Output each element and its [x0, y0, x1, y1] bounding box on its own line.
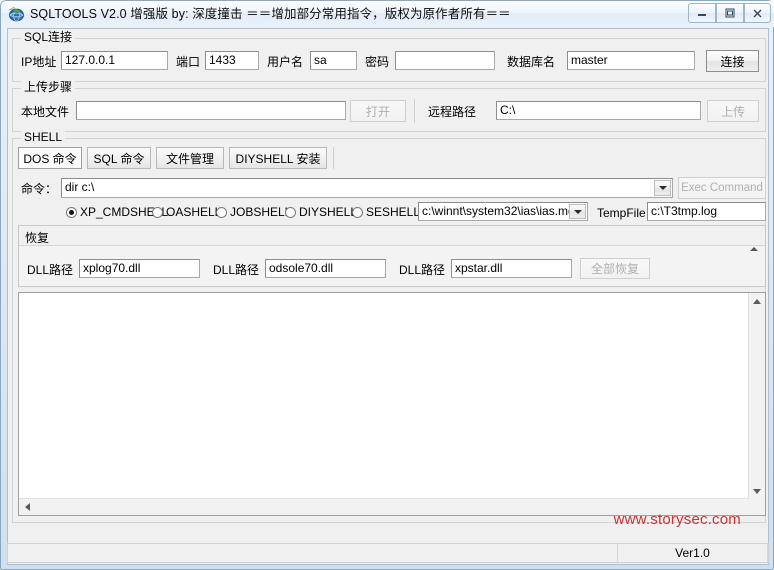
- mdb-path-value[interactable]: c:\winnt\system32\ias\ias.mdb: [422, 204, 581, 218]
- recovery-panel-header[interactable]: 恢复: [19, 226, 765, 246]
- radio-oashell-dot[interactable]: [152, 207, 163, 218]
- tempfile-label: TempFile: [597, 206, 646, 220]
- dll-path-2-label: DLL路径: [213, 263, 259, 277]
- dll-path-3-input[interactable]: xpstar.dll: [451, 259, 572, 278]
- site-watermark: www.storysec.com: [614, 511, 741, 528]
- recovery-panel-label: 恢复: [25, 229, 49, 246]
- tab-file-manager[interactable]: 文件管理: [156, 147, 224, 169]
- output-textarea[interactable]: [18, 292, 766, 516]
- command-dropdown-arrow[interactable]: [654, 180, 671, 196]
- scroll-down-button[interactable]: [749, 483, 765, 499]
- ip-address-input[interactable]: 127.0.0.1: [61, 51, 168, 70]
- scroll-up-button[interactable]: [749, 293, 765, 309]
- dll-path-1-label: DLL路径: [27, 263, 73, 277]
- radio-jobshell-label: JOBSHELL: [230, 205, 291, 219]
- tab-diyshell-install[interactable]: DIYSHELL 安装: [229, 147, 327, 169]
- password-input[interactable]: [395, 51, 495, 70]
- sql-connection-group-label: SQL连接: [21, 31, 75, 43]
- command-input-value[interactable]: dir c:\: [65, 180, 94, 194]
- radio-diyshell-dot[interactable]: [285, 207, 296, 218]
- radio-diyshell-label: DIYSHELL: [299, 205, 357, 219]
- port-label: 端口: [176, 55, 200, 69]
- radio-diyshell[interactable]: DIYSHELL: [285, 205, 357, 219]
- close-icon: [745, 4, 770, 22]
- username-label: 用户名: [267, 55, 303, 69]
- database-input[interactable]: master: [567, 51, 695, 70]
- upload-button[interactable]: 上传: [707, 100, 759, 122]
- chevron-down-icon: [753, 489, 761, 494]
- upload-separator: [414, 99, 415, 123]
- local-file-input[interactable]: [76, 101, 346, 120]
- chevron-down-icon: [659, 186, 667, 190]
- open-file-button[interactable]: 打开: [350, 100, 406, 122]
- restore-all-button[interactable]: 全部恢复: [580, 258, 650, 279]
- radio-jobshell[interactable]: JOBSHELL: [216, 205, 291, 219]
- shell-group-label: SHELL: [21, 131, 65, 143]
- ip-address-label: IP地址: [21, 55, 56, 69]
- tab-dos-command[interactable]: DOS 命令: [18, 147, 82, 169]
- upload-group-label: 上传步骤: [21, 81, 75, 93]
- command-label: 命令：: [21, 182, 57, 196]
- radio-jobshell-dot[interactable]: [216, 207, 227, 218]
- minimize-button[interactable]: [688, 3, 716, 23]
- radio-xp-cmdshell-dot[interactable]: [66, 207, 77, 218]
- chevron-up-icon: [753, 299, 761, 304]
- radio-seshell-label: SESHELL: [366, 205, 420, 219]
- app-globe-icon: [8, 6, 25, 23]
- status-version-cell: Ver1.0: [618, 544, 768, 562]
- dll-path-1-input[interactable]: xplog70.dll: [79, 259, 200, 278]
- chevron-left-icon: [25, 503, 30, 511]
- remote-path-input[interactable]: C:\: [496, 101, 701, 120]
- application-window: SQLTOOLS V2.0 增强版 by: 深度撞击 ＝＝增加部分常用指令，版权…: [0, 0, 774, 570]
- dll-path-2-input[interactable]: odsole70.dll: [265, 259, 386, 278]
- window-title: SQLTOOLS V2.0 增强版 by: 深度撞击 ＝＝增加部分常用指令，版权…: [30, 6, 511, 23]
- remote-path-label: 远程路径: [428, 105, 476, 119]
- status-left-cell: [8, 544, 618, 562]
- maximize-button[interactable]: [716, 3, 744, 23]
- tab-sql-command[interactable]: SQL 命令: [87, 147, 151, 169]
- tempfile-input[interactable]: c:\T3tmp.log: [647, 202, 766, 221]
- radio-seshell[interactable]: SESHELL: [352, 205, 420, 219]
- scroll-left-button[interactable]: [19, 499, 35, 515]
- recovery-panel: 恢复 DLL路径 xplog70.dll DLL路径 odsole70.dll …: [18, 225, 766, 287]
- chevron-down-icon: [574, 210, 582, 214]
- minimize-icon: [689, 4, 715, 22]
- local-file-label: 本地文件: [21, 105, 69, 119]
- database-label: 数据库名: [507, 55, 555, 69]
- maximize-icon: [717, 4, 743, 22]
- client-area: SQL连接 IP地址 127.0.0.1 端口 1433 用户名 sa 密码 数…: [7, 28, 769, 565]
- mdb-path-combobox[interactable]: c:\winnt\system32\ias\ias.mdb: [418, 202, 588, 221]
- output-vertical-scrollbar[interactable]: [748, 293, 765, 515]
- exec-command-button[interactable]: Exec Command: [678, 177, 766, 199]
- username-input[interactable]: sa: [310, 51, 357, 70]
- radio-seshell-dot[interactable]: [352, 207, 363, 218]
- tab-end-separator: [333, 147, 334, 169]
- title-bar[interactable]: SQLTOOLS V2.0 增强版 by: 深度撞击 ＝＝增加部分常用指令，版权…: [1, 1, 774, 27]
- password-label: 密码: [365, 55, 389, 69]
- chevron-up-icon[interactable]: [750, 233, 758, 247]
- radio-oashell-label: OASHELL: [166, 205, 221, 219]
- radio-oashell[interactable]: OASHELL: [152, 205, 221, 219]
- command-combobox[interactable]: dir c:\: [61, 178, 673, 198]
- port-input[interactable]: 1433: [205, 51, 259, 70]
- close-button[interactable]: [744, 3, 771, 23]
- status-bar: Ver1.0: [7, 543, 769, 563]
- dll-path-3-label: DLL路径: [399, 263, 445, 277]
- connect-button[interactable]: 连接: [706, 50, 759, 72]
- mdb-path-dropdown-arrow[interactable]: [569, 204, 586, 219]
